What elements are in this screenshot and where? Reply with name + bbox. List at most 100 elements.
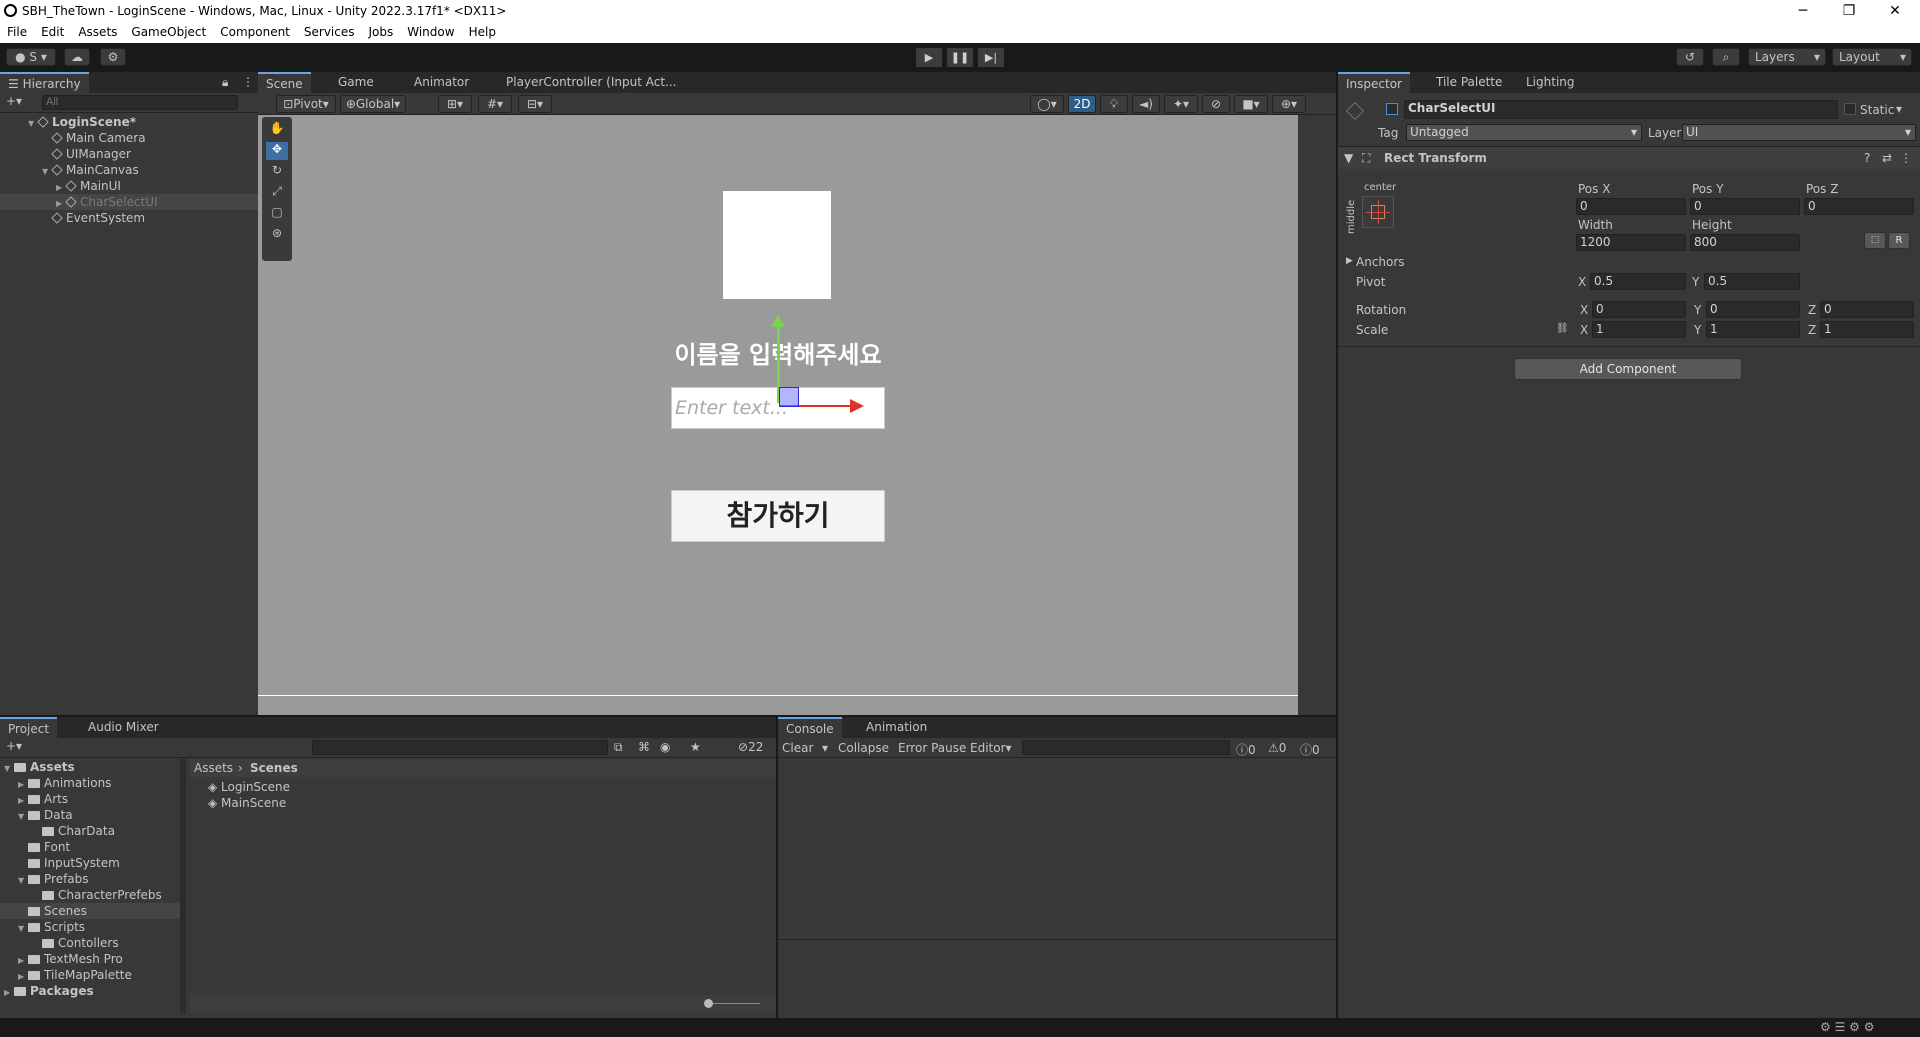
scale-z-field[interactable]: 1 — [1820, 321, 1914, 338]
effects-icon[interactable]: ✦▾ — [1164, 95, 1198, 113]
scale-y-field[interactable]: 1 — [1706, 321, 1800, 338]
rotation-y-field[interactable]: 0 — [1706, 301, 1800, 318]
tab-project[interactable]: Project — [0, 717, 58, 738]
tab-game[interactable]: Game — [330, 72, 382, 93]
clear-button[interactable]: Clear — [782, 741, 813, 755]
tab-console[interactable]: Console — [778, 717, 842, 738]
component-menu-icon[interactable]: ⋮ — [1900, 151, 1912, 165]
menu-item-component[interactable]: Component — [213, 22, 297, 39]
increment-snap-icon[interactable]: ⊟▾ — [518, 95, 552, 113]
hidden-objects-icon[interactable]: ⊘ — [1202, 95, 1230, 113]
play-button[interactable]: ▶ — [916, 48, 942, 67]
scene-file[interactable]: ◈ MainScene — [190, 795, 776, 811]
lighting-icon[interactable]: 💡︎ — [1100, 95, 1128, 113]
scene-viewport[interactable]: ✋ ✥ ↻ ⤢ ▢ ⊛ 이름을 입력해주세요 Enter text... 참가하… — [258, 115, 1298, 715]
audio-icon[interactable]: ◄) — [1132, 95, 1160, 113]
create-icon[interactable]: +▾ — [6, 739, 22, 753]
scale-tool-icon[interactable]: ⤢ — [266, 184, 288, 202]
expand-arrow-icon[interactable]: ▼ — [42, 164, 52, 180]
tab-hierarchy[interactable]: ☰ Hierarchy — [0, 72, 89, 93]
search-icon[interactable]: ⌕ — [1712, 48, 1740, 66]
tab-animator[interactable]: Animator — [406, 72, 477, 93]
error-pause-button[interactable]: Error Pause — [898, 741, 966, 755]
favorites-icon[interactable]: ★ — [690, 740, 701, 754]
collapse-arrow-icon[interactable]: ▼ — [1344, 151, 1353, 165]
pivot-dropdown[interactable]: ⊡Pivot▾ — [276, 95, 336, 113]
tab-lighting[interactable]: Lighting — [1518, 72, 1583, 93]
project-folder[interactable]: CharacterPrefebs — [0, 887, 180, 903]
tab-animation[interactable]: Animation — [858, 717, 935, 738]
breadcrumb-assets[interactable]: Assets — [194, 761, 233, 775]
project-folder[interactable]: ▶ TextMesh Pro — [0, 951, 180, 967]
restore-button[interactable]: ❐ — [1826, 0, 1872, 22]
gizmo-x-arrow[interactable] — [850, 399, 864, 413]
scene-file[interactable]: ◈ LoginScene — [190, 779, 776, 795]
project-folder[interactable]: Scenes — [0, 903, 180, 919]
cloud-icon[interactable]: ☁ — [64, 48, 90, 66]
anchors-label[interactable]: Anchors — [1356, 255, 1405, 269]
log-type-icon[interactable]: ◉ — [660, 740, 670, 754]
console-detail-divider[interactable] — [778, 939, 1336, 940]
hierarchy-item[interactable]: ▼ LoginScene* — [0, 114, 258, 130]
project-folder[interactable]: ▶ Arts — [0, 791, 180, 807]
height-field[interactable]: 800 — [1690, 234, 1800, 251]
help-icon[interactable]: ? — [1864, 151, 1870, 165]
step-button[interactable]: ▶| — [978, 48, 1004, 67]
console-search-input[interactable] — [1022, 740, 1230, 755]
gizmo-xy-plane[interactable] — [779, 387, 799, 407]
gizmos-icon[interactable]: ⊕▾ — [1272, 95, 1306, 113]
menu-item-services[interactable]: Services — [297, 22, 362, 39]
tab-inspector[interactable]: Inspector — [1338, 72, 1410, 93]
anchor-presets-button[interactable] — [1362, 196, 1394, 228]
clear-dropdown-icon[interactable]: ▾ — [822, 741, 828, 755]
menu-item-jobs[interactable]: Jobs — [362, 22, 401, 39]
lock-icon[interactable]: 🔒︎ — [222, 75, 228, 90]
tab-audio-mixer[interactable]: Audio Mixer — [80, 717, 167, 738]
close-button[interactable]: ✕ — [1872, 0, 1918, 22]
project-folder[interactable]: ▶ Packages — [0, 983, 180, 999]
add-icon[interactable]: +▾ — [6, 94, 22, 108]
project-folder[interactable]: CharData — [0, 823, 180, 839]
collab-icon[interactable]: ⚙ — [100, 48, 126, 66]
zoom-slider-handle[interactable] — [704, 999, 713, 1008]
breadcrumb-scenes[interactable]: Scenes — [250, 761, 298, 775]
global-dropdown[interactable]: ⊕Global▾ — [340, 95, 406, 113]
minimize-button[interactable]: ─ — [1780, 0, 1826, 22]
more-icon[interactable]: ⋮ — [242, 75, 254, 89]
view-tool-icon[interactable]: ✋ — [266, 121, 288, 139]
tag-dropdown[interactable]: Untagged ▾ — [1406, 124, 1642, 141]
pause-button[interactable]: ❚❚ — [947, 48, 973, 67]
menu-item-window[interactable]: Window — [400, 22, 461, 39]
info-count[interactable]: ⓘ0 — [1236, 741, 1256, 758]
editor-dropdown[interactable]: Editor▾ — [970, 741, 1012, 755]
layout-dropdown[interactable]: Layout ▾ — [1832, 48, 1912, 66]
menu-item-help[interactable]: Help — [462, 22, 503, 39]
grid-visibility-icon[interactable]: #▾ — [478, 95, 512, 113]
active-checkbox[interactable] — [1386, 103, 1398, 115]
menu-item-file[interactable]: File — [0, 22, 34, 39]
rect-transform-header[interactable]: ▼ ⛶ Rect Transform ? ⇄ ⋮ — [1338, 147, 1920, 169]
history-icon[interactable]: ↺ — [1676, 48, 1704, 66]
project-folder[interactable]: ▼ Prefabs — [0, 871, 180, 887]
menu-item-gameobject[interactable]: GameObject — [124, 22, 213, 39]
scale-x-field[interactable]: 1 — [1592, 321, 1686, 338]
search-by-type-icon[interactable]: ⧉ — [614, 740, 623, 755]
grid-snap-icon[interactable]: ⊞▾ — [438, 95, 472, 113]
hierarchy-item[interactable]: UIManager — [0, 146, 258, 162]
constrain-proportions-icon[interactable]: ⛓ — [1556, 323, 1569, 334]
raw-edit-button[interactable]: R — [1888, 232, 1910, 249]
hierarchy-item[interactable]: ▼ MainCanvas — [0, 162, 258, 178]
tab-playercontroller-input-act[interactable]: PlayerController (Input Act... — [498, 72, 685, 93]
gizmo-y-arrow[interactable] — [771, 315, 785, 327]
add-component-button[interactable]: Add Component — [1514, 358, 1742, 380]
width-field[interactable]: 1200 — [1576, 234, 1686, 251]
hierarchy-item[interactable]: ▶ MainUI — [0, 178, 258, 194]
posz-field[interactable]: 0 — [1804, 198, 1914, 215]
expand-arrow-icon[interactable]: ▶ — [4, 985, 14, 1001]
move-tool-icon[interactable]: ✥ — [266, 142, 288, 160]
hidden-packages-icon[interactable]: ⊘22 — [738, 740, 763, 754]
2d-toggle[interactable]: 2D — [1068, 95, 1096, 113]
project-folder[interactable]: ▶ Animations — [0, 775, 180, 791]
project-folder[interactable]: InputSystem — [0, 855, 180, 871]
expand-arrow-icon[interactable]: ▼ — [4, 761, 14, 777]
